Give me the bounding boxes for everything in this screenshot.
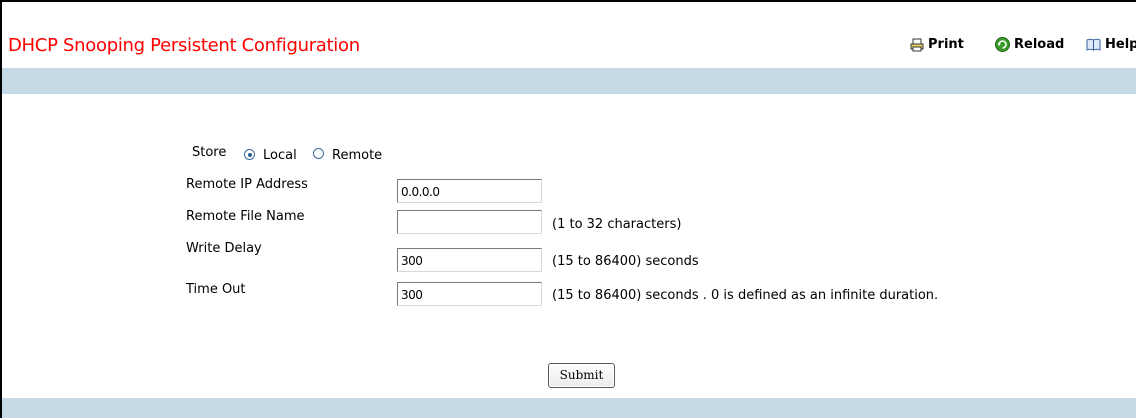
- reload-icon: [995, 37, 1010, 52]
- remote-file-hint: (1 to 32 characters): [552, 217, 682, 232]
- remote-file-label: Remote File Name: [186, 209, 305, 224]
- page-title: DHCP Snooping Persistent Configuration: [8, 35, 360, 56]
- time-out-hint: (15 to 86400) seconds . 0 is defined as …: [552, 288, 939, 303]
- store-remote-radio[interactable]: [313, 148, 324, 159]
- footer-band: [2, 398, 1136, 418]
- store-local-label[interactable]: Local: [263, 148, 297, 163]
- store-label: Store: [192, 145, 227, 160]
- store-local-radio[interactable]: [244, 149, 255, 160]
- printer-icon: [910, 38, 924, 52]
- print-button[interactable]: Print: [910, 37, 964, 52]
- help-label: Help: [1105, 37, 1136, 52]
- remote-file-input[interactable]: [397, 210, 542, 234]
- store-remote-label[interactable]: Remote: [332, 148, 382, 163]
- help-button[interactable]: Help: [1086, 37, 1136, 52]
- reload-label: Reload: [1014, 37, 1065, 52]
- remote-ip-label: Remote IP Address: [186, 177, 308, 192]
- reload-button[interactable]: Reload: [995, 37, 1064, 52]
- page-frame: DHCP Snooping Persistent Configuration P…: [0, 0, 1136, 418]
- write-delay-hint: (15 to 86400) seconds: [552, 254, 699, 269]
- print-label: Print: [928, 37, 964, 52]
- time-out-input[interactable]: 300: [397, 282, 542, 306]
- submit-button[interactable]: Submit: [548, 363, 615, 388]
- write-delay-label: Write Delay: [186, 241, 262, 256]
- header-band: [2, 68, 1136, 94]
- write-delay-input[interactable]: 300: [397, 248, 542, 272]
- time-out-label: Time Out: [186, 282, 246, 297]
- remote-ip-input[interactable]: 0.0.0.0: [397, 179, 542, 203]
- help-book-icon: [1086, 37, 1101, 52]
